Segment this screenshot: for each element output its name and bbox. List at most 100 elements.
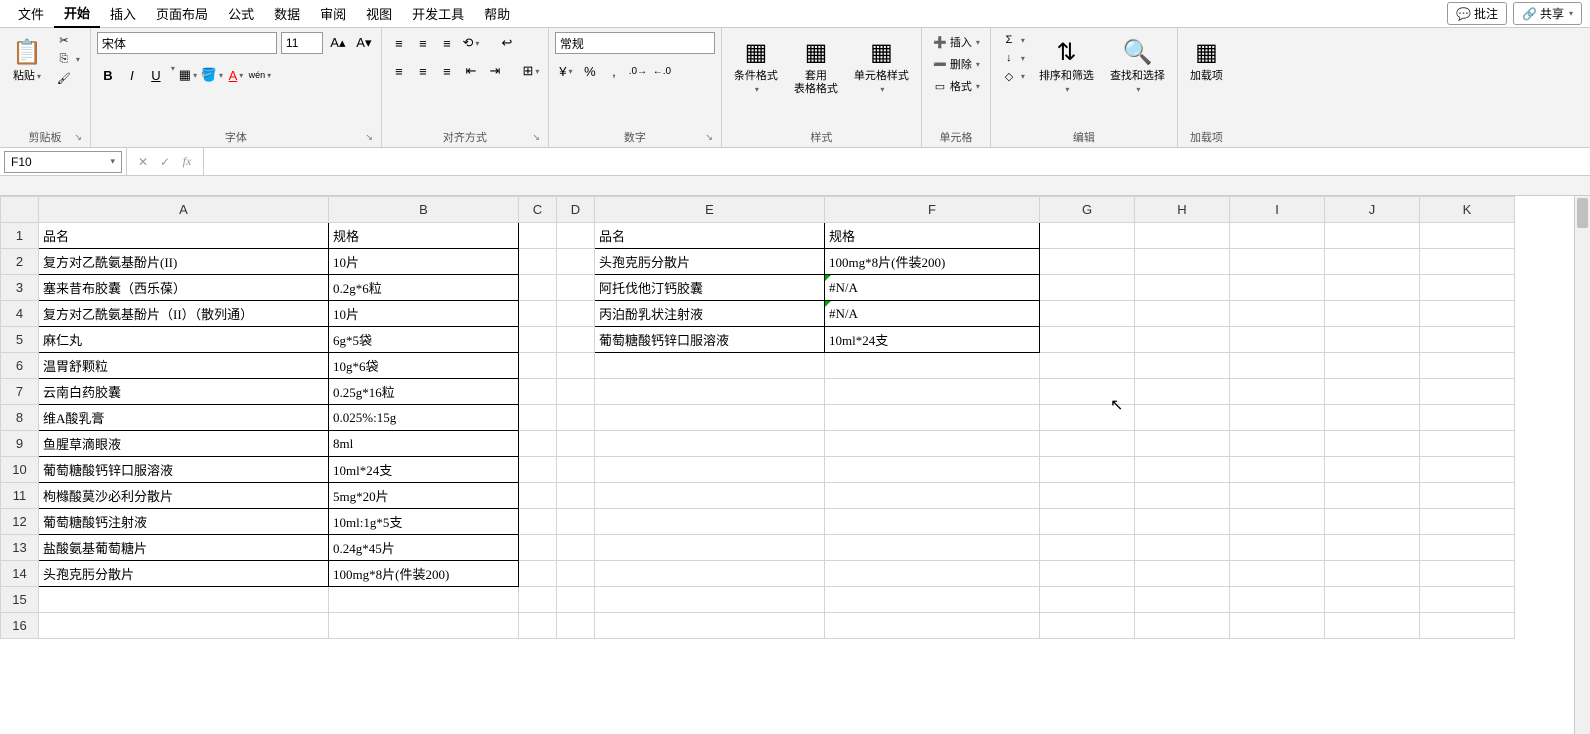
cell[interactable]: [519, 483, 557, 509]
cell[interactable]: [1230, 353, 1325, 379]
cell[interactable]: #N/A: [825, 275, 1040, 301]
cell[interactable]: [1420, 483, 1515, 509]
cell[interactable]: [1135, 327, 1230, 353]
cell[interactable]: [519, 613, 557, 639]
font-size-input[interactable]: [281, 32, 323, 54]
row-header[interactable]: 3: [1, 275, 39, 301]
cell[interactable]: [825, 457, 1040, 483]
row-header[interactable]: 5: [1, 327, 39, 353]
cell[interactable]: [519, 327, 557, 353]
cell[interactable]: #N/A: [825, 301, 1040, 327]
cell[interactable]: 品名: [595, 223, 825, 249]
cell[interactable]: [519, 379, 557, 405]
cell[interactable]: [1420, 535, 1515, 561]
cell[interactable]: [825, 561, 1040, 587]
share-button[interactable]: 🔗共享▾: [1513, 2, 1582, 25]
cancel-formula-button[interactable]: ✕: [133, 155, 153, 169]
percent-button[interactable]: %: [579, 60, 601, 82]
cell[interactable]: [1325, 275, 1420, 301]
orientation-button[interactable]: ⟲▾: [460, 32, 482, 54]
cell[interactable]: [1325, 613, 1420, 639]
cell[interactable]: 0.24g*45片: [329, 535, 519, 561]
cell[interactable]: [1135, 223, 1230, 249]
menu-data[interactable]: 数据: [264, 0, 310, 27]
cell[interactable]: [1325, 249, 1420, 275]
cell[interactable]: [1325, 457, 1420, 483]
cell[interactable]: [1135, 275, 1230, 301]
cell[interactable]: [825, 535, 1040, 561]
paste-button[interactable]: 📋 粘贴▾: [6, 32, 48, 85]
cell[interactable]: [1420, 353, 1515, 379]
cell[interactable]: 规格: [329, 223, 519, 249]
menu-file[interactable]: 文件: [8, 0, 54, 27]
cell[interactable]: [1420, 405, 1515, 431]
col-header[interactable]: I: [1230, 197, 1325, 223]
cell[interactable]: [1040, 561, 1135, 587]
cell[interactable]: [1230, 587, 1325, 613]
cell[interactable]: [1230, 327, 1325, 353]
cell[interactable]: [1040, 275, 1135, 301]
cell[interactable]: 10ml*24支: [329, 457, 519, 483]
comma-button[interactable]: ,: [603, 60, 625, 82]
cell[interactable]: 8ml: [329, 431, 519, 457]
cell[interactable]: [1040, 431, 1135, 457]
row-header[interactable]: 1: [1, 223, 39, 249]
format-cells-button[interactable]: ▭格式▾: [928, 76, 984, 96]
italic-button[interactable]: I: [121, 64, 143, 86]
clear-button[interactable]: ◇▾: [997, 68, 1029, 85]
cell[interactable]: [557, 561, 595, 587]
cell[interactable]: [519, 275, 557, 301]
currency-button[interactable]: ¥▾: [555, 60, 577, 82]
col-header[interactable]: F: [825, 197, 1040, 223]
cell[interactable]: [1325, 327, 1420, 353]
cell[interactable]: [557, 327, 595, 353]
cell[interactable]: [1040, 457, 1135, 483]
phonetic-button[interactable]: wén▾: [249, 64, 271, 86]
cell[interactable]: [557, 301, 595, 327]
cell[interactable]: [595, 431, 825, 457]
cell[interactable]: [1135, 405, 1230, 431]
font-name-input[interactable]: [97, 32, 277, 54]
cell[interactable]: [595, 587, 825, 613]
col-header[interactable]: C: [519, 197, 557, 223]
bold-button[interactable]: B: [97, 64, 119, 86]
cell[interactable]: [1040, 353, 1135, 379]
cell[interactable]: [557, 613, 595, 639]
cell[interactable]: [825, 587, 1040, 613]
cell[interactable]: 100mg*8片(件装200): [329, 561, 519, 587]
cell[interactable]: [825, 353, 1040, 379]
row-header[interactable]: 12: [1, 509, 39, 535]
row-header[interactable]: 7: [1, 379, 39, 405]
align-launcher[interactable]: ↘: [532, 132, 540, 143]
align-left-button[interactable]: ≡: [388, 60, 410, 82]
cell[interactable]: 头孢克肟分散片: [595, 249, 825, 275]
cell[interactable]: [595, 379, 825, 405]
cell[interactable]: 鱼腥草滴眼液: [39, 431, 329, 457]
cell[interactable]: [1135, 561, 1230, 587]
wrap-text-button[interactable]: ↩: [496, 32, 518, 54]
autosum-button[interactable]: Σ▾: [997, 32, 1029, 48]
cell[interactable]: [1420, 379, 1515, 405]
cell[interactable]: [519, 249, 557, 275]
cell[interactable]: [1040, 483, 1135, 509]
cell[interactable]: [519, 509, 557, 535]
cell[interactable]: [1420, 561, 1515, 587]
cell[interactable]: 头孢克肟分散片: [39, 561, 329, 587]
spreadsheet-grid[interactable]: A B C D E F G H I J K 1品名规格品名规格2复方对乙酰氨基酚…: [0, 196, 1515, 639]
cell[interactable]: [1040, 301, 1135, 327]
cell[interactable]: [519, 353, 557, 379]
cell[interactable]: 葡萄糖酸钙锌口服溶液: [39, 457, 329, 483]
number-launcher[interactable]: ↘: [705, 132, 713, 143]
fill-color-button[interactable]: 🪣▾: [201, 64, 223, 86]
fx-button[interactable]: fx: [177, 154, 197, 169]
row-header[interactable]: 4: [1, 301, 39, 327]
cell[interactable]: 葡萄糖酸钙注射液: [39, 509, 329, 535]
cell[interactable]: [1135, 379, 1230, 405]
cell[interactable]: [595, 613, 825, 639]
cell[interactable]: 0.25g*16粒: [329, 379, 519, 405]
col-header[interactable]: A: [39, 197, 329, 223]
cell[interactable]: 5mg*20片: [329, 483, 519, 509]
scroll-thumb[interactable]: [1577, 198, 1588, 228]
cell[interactable]: [1040, 613, 1135, 639]
cell[interactable]: [1230, 275, 1325, 301]
